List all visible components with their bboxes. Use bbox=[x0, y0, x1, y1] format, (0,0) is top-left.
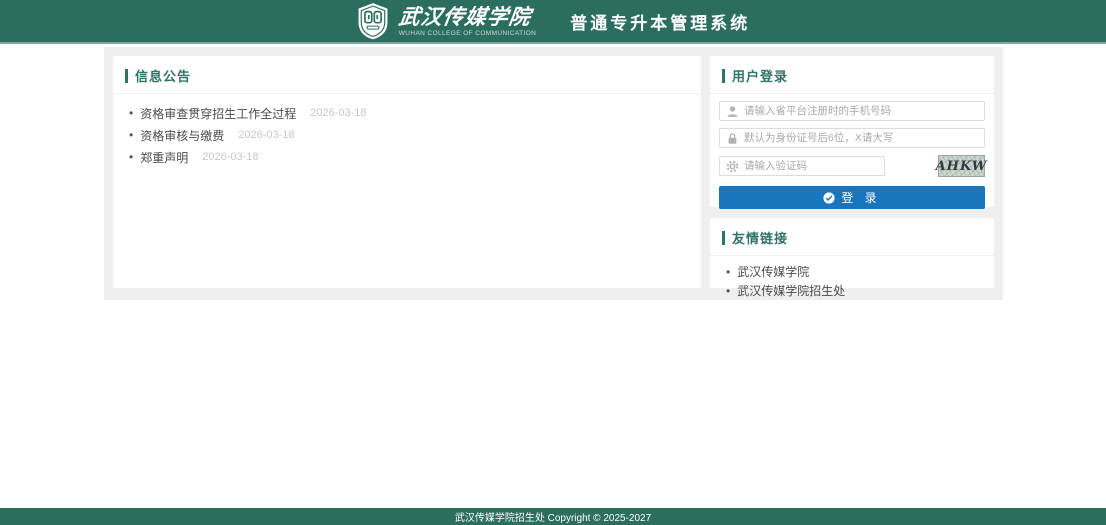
footer: 武汉传媒学院招生处 Copyright © 2025-2027 bbox=[0, 508, 1106, 525]
announcements-header: 信息公告 bbox=[113, 56, 701, 94]
login-button[interactable]: 登 录 bbox=[719, 186, 985, 209]
captcha-gear-icon bbox=[720, 160, 744, 173]
brand: 武汉传媒学院 WUHAN COLLEGE OF COMMUNICATION 普通… bbox=[356, 2, 751, 40]
check-circle-icon bbox=[823, 192, 835, 204]
announcement-date: 2026-03-18 bbox=[238, 129, 294, 141]
login-header: 用户登录 bbox=[710, 56, 994, 94]
announcement-item[interactable]: 资格审核与缴费 2026-03-18 bbox=[129, 124, 685, 146]
login-form: AHKW 登 录 忘记密码 bbox=[710, 94, 994, 232]
title-accent-bar bbox=[125, 69, 128, 83]
announcements-title: 信息公告 bbox=[135, 66, 191, 85]
school-name: 武汉传媒学院 bbox=[397, 6, 538, 27]
captcha-input[interactable] bbox=[744, 157, 884, 175]
friendly-link[interactable]: 武汉传媒学院 bbox=[726, 262, 978, 281]
links-header: 友情链接 bbox=[710, 218, 994, 256]
captcha-row: AHKW bbox=[719, 155, 985, 177]
announcement-date: 2026-03-18 bbox=[310, 107, 366, 119]
friendly-link[interactable]: 武汉传媒学院招生处 bbox=[726, 281, 978, 300]
content-wrapper: 信息公告 资格审查贯穿招生工作全过程 2026-03-18 资格审核与缴费 20… bbox=[104, 47, 1003, 300]
lock-icon bbox=[720, 132, 744, 145]
links-title: 友情链接 bbox=[732, 228, 788, 247]
school-name-block: 武汉传媒学院 WUHAN COLLEGE OF COMMUNICATION bbox=[399, 6, 537, 37]
phone-input[interactable] bbox=[744, 102, 984, 120]
links-card: 友情链接 武汉传媒学院 武汉传媒学院招生处 bbox=[710, 218, 994, 288]
login-title: 用户登录 bbox=[732, 66, 788, 85]
header: 武汉传媒学院 WUHAN COLLEGE OF COMMUNICATION 普通… bbox=[0, 0, 1106, 44]
announcement-link[interactable]: 资格审查贯穿招生工作全过程 bbox=[140, 105, 296, 122]
user-icon bbox=[720, 105, 744, 118]
announcement-item[interactable]: 资格审查贯穿招生工作全过程 2026-03-18 bbox=[129, 102, 685, 124]
announcement-link[interactable]: 资格审核与缴费 bbox=[140, 127, 224, 144]
captcha-field-row bbox=[719, 156, 885, 176]
announcements-list: 资格审查贯穿招生工作全过程 2026-03-18 资格审核与缴费 2026-03… bbox=[113, 94, 701, 176]
captcha-image[interactable]: AHKW bbox=[938, 155, 985, 177]
announcement-date: 2026-03-18 bbox=[202, 151, 258, 163]
title-accent-bar bbox=[722, 231, 725, 245]
footer-copyright: 武汉传媒学院招生处 Copyright © 2025-2027 bbox=[455, 509, 651, 524]
login-card: 用户登录 bbox=[710, 56, 994, 207]
password-field-row bbox=[719, 128, 985, 148]
school-name-en: WUHAN COLLEGE OF COMMUNICATION bbox=[399, 30, 537, 37]
friendly-link-label[interactable]: 武汉传媒学院 bbox=[737, 263, 809, 280]
system-title: 普通专升本管理系统 bbox=[570, 9, 750, 34]
announcements-card: 信息公告 资格审查贯穿招生工作全过程 2026-03-18 资格审核与缴费 20… bbox=[113, 56, 701, 288]
school-logo-icon bbox=[356, 2, 390, 40]
page: 武汉传媒学院 WUHAN COLLEGE OF COMMUNICATION 普通… bbox=[0, 0, 1106, 525]
friendly-link-label[interactable]: 武汉传媒学院招生处 bbox=[737, 282, 845, 299]
password-input[interactable] bbox=[744, 129, 984, 147]
captcha-code: AHKW bbox=[936, 159, 988, 174]
login-button-label: 登 录 bbox=[841, 189, 880, 206]
announcement-link[interactable]: 郑重声明 bbox=[140, 149, 188, 166]
announcement-item[interactable]: 郑重声明 2026-03-18 bbox=[129, 146, 685, 168]
phone-field-row bbox=[719, 101, 985, 121]
links-list: 武汉传媒学院 武汉传媒学院招生处 bbox=[710, 256, 994, 306]
title-accent-bar bbox=[722, 69, 725, 83]
